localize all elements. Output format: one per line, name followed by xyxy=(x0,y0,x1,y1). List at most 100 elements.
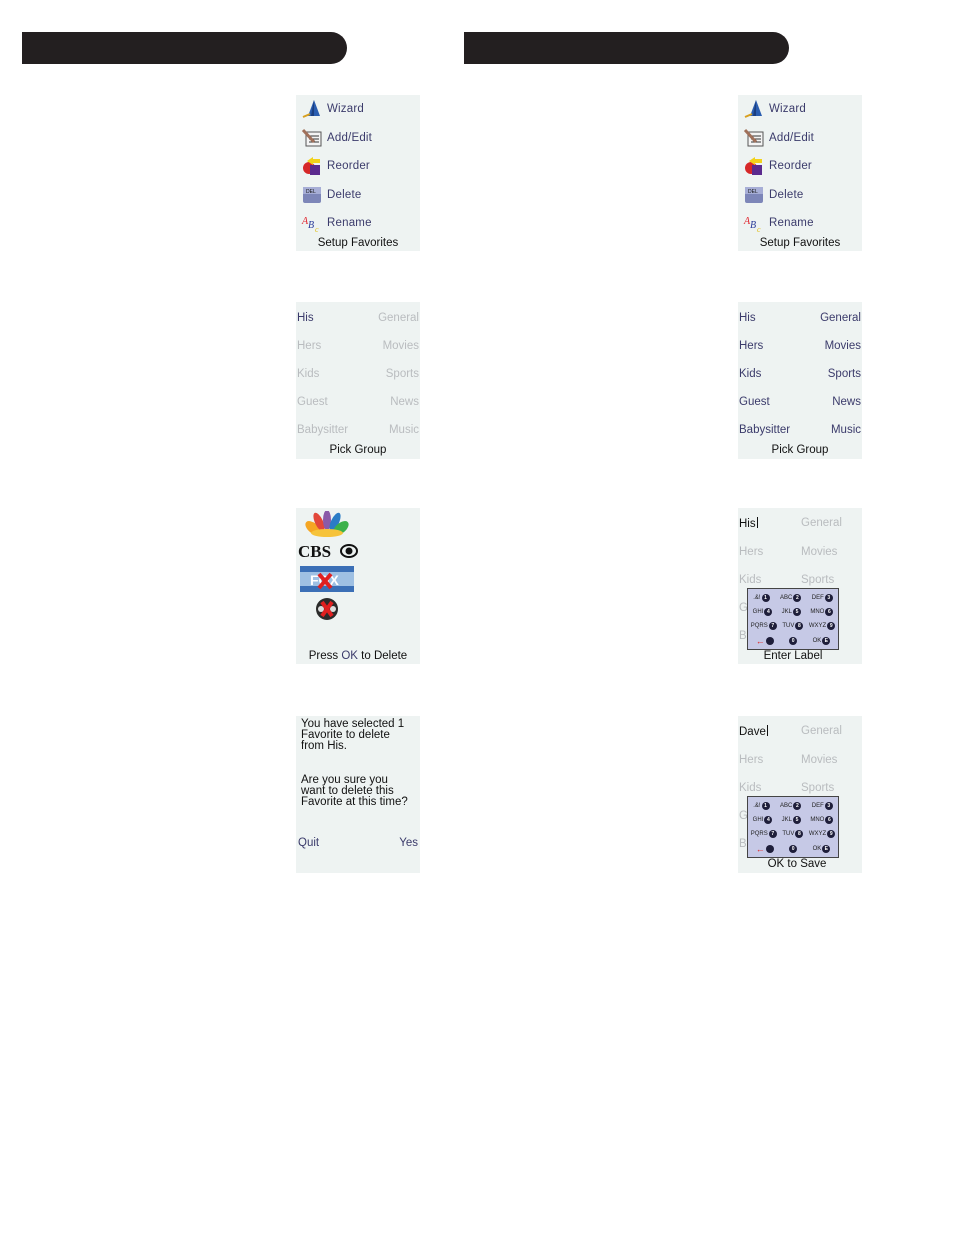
menu-item-label: Rename xyxy=(769,217,814,229)
key-8[interactable]: TUV 8 xyxy=(782,829,804,838)
key-letters: ABC xyxy=(780,802,793,809)
key-7[interactable]: PQRS 7 xyxy=(751,621,777,630)
group-kids: Kids xyxy=(739,782,762,794)
key-ok[interactable]: OK E xyxy=(812,636,831,645)
key-backspace[interactable]: ← xyxy=(756,636,774,646)
group-news[interactable]: News xyxy=(390,396,419,408)
group-sports[interactable]: Sports xyxy=(386,368,419,380)
group-kids: Kids xyxy=(739,574,762,586)
key-6[interactable]: MNO 6 xyxy=(810,607,834,616)
add-edit-icon xyxy=(743,128,765,148)
key-backspace[interactable]: ← xyxy=(756,844,774,854)
enter-label-screen: His General Hers Movies Kids Sports G B … xyxy=(738,508,862,664)
key-digit: 5 xyxy=(793,607,801,616)
label-input[interactable]: His xyxy=(739,517,758,530)
channel-logo-marked-for-delete[interactable] xyxy=(314,596,340,625)
yes-button[interactable]: Yes xyxy=(399,837,418,849)
backspace-arrow-icon: ← xyxy=(755,635,765,646)
key-2[interactable]: ABC 2 xyxy=(780,593,802,602)
label-input-value: His xyxy=(739,518,756,530)
menu-item-label: Add/Edit xyxy=(327,132,373,144)
group-general[interactable]: General xyxy=(378,312,419,324)
group-movies[interactable]: Movies xyxy=(383,340,419,352)
menu-item-rename[interactable]: ABc Rename xyxy=(301,212,372,234)
screen-caption: Press OK to Delete xyxy=(296,650,420,662)
group-his[interactable]: His xyxy=(739,312,756,324)
key-3[interactable]: DEF 3 xyxy=(811,593,833,602)
key-1[interactable]: .&! 1 xyxy=(753,593,770,602)
ok-keyword: OK xyxy=(341,650,358,662)
message-line: Favorite at this time? xyxy=(301,796,408,808)
text-cursor xyxy=(766,725,768,736)
group-general[interactable]: General xyxy=(820,312,861,324)
key-4[interactable]: GHI 4 xyxy=(752,815,773,824)
screen-caption: Enter Label xyxy=(763,650,823,662)
nbc-peacock-logo[interactable] xyxy=(304,510,350,540)
group-babysitter[interactable]: Babysitter xyxy=(297,424,348,436)
key-letters: ABC xyxy=(780,594,793,601)
group-guest[interactable]: Guest xyxy=(739,396,770,408)
confirm-message-question: Are you sure you want to delete this Fav… xyxy=(301,774,408,808)
key-letters: GHI xyxy=(752,816,764,823)
menu-item-label: Wizard xyxy=(769,103,806,115)
key-ok[interactable]: OK E xyxy=(813,844,831,853)
key-2[interactable]: ABC 2 xyxy=(780,801,802,810)
svg-text:c: c xyxy=(757,225,761,233)
group-movies[interactable]: Movies xyxy=(825,340,861,352)
key-letters: OK xyxy=(812,637,822,644)
key-0[interactable]: 0 xyxy=(789,844,798,853)
caption-text: Press xyxy=(308,650,342,662)
menu-item-rename[interactable]: ABc Rename xyxy=(743,212,814,234)
menu-item-reorder[interactable]: Reorder xyxy=(301,155,370,177)
group-kids[interactable]: Kids xyxy=(297,368,319,380)
fox-logo-marked-for-delete[interactable]: FOX xyxy=(300,566,354,595)
key-3[interactable]: DEF 3 xyxy=(812,801,833,810)
group-news[interactable]: News xyxy=(832,396,861,408)
menu-item-wizard[interactable]: Wizard xyxy=(743,98,806,120)
menu-item-reorder[interactable]: Reorder xyxy=(743,155,812,177)
group-sports[interactable]: Sports xyxy=(828,368,861,380)
label-input[interactable]: Dave xyxy=(739,725,768,738)
menu-item-delete[interactable]: DEL Delete xyxy=(743,184,803,206)
key-9[interactable]: WXYZ 9 xyxy=(808,829,836,838)
menu-item-add-edit[interactable]: Add/Edit xyxy=(301,127,372,149)
cbs-logo[interactable]: CBS xyxy=(298,541,358,564)
key-letters: WXYZ xyxy=(808,830,827,837)
message-line: from His. xyxy=(301,740,347,752)
group-guest[interactable]: Guest xyxy=(297,396,328,408)
key-letters: PQRS xyxy=(750,830,768,837)
quit-button[interactable]: Quit xyxy=(298,837,319,849)
key-letters: DEF xyxy=(811,594,824,601)
confirm-message-selected: You have selected 1 Favorite to delete f… xyxy=(301,718,404,752)
key-letters: TUV xyxy=(782,622,795,629)
key-letters: JKL xyxy=(781,816,792,823)
key-letters: .&! xyxy=(753,594,761,601)
group-his[interactable]: His xyxy=(297,312,314,324)
text-entry-keypad[interactable]: .&! 1 ABC 2 DEF 3 GHI 4 JKL 5 MNO 6 PQRS 7 TUV 8… xyxy=(747,588,839,650)
key-5[interactable]: JKL 5 xyxy=(781,815,801,824)
menu-item-wizard[interactable]: Wizard xyxy=(301,98,364,120)
key-7[interactable]: PQRS 7 xyxy=(750,829,777,838)
key-0[interactable]: 0 xyxy=(789,636,798,645)
key-digit: 9 xyxy=(827,829,836,838)
group-hers[interactable]: Hers xyxy=(297,340,321,352)
key-8[interactable]: TUV 8 xyxy=(782,621,804,630)
screen-caption: OK to Save xyxy=(767,858,827,870)
key-1[interactable]: .&! 1 xyxy=(753,801,770,810)
menu-item-add-edit[interactable]: Add/Edit xyxy=(743,127,814,149)
group-music[interactable]: Music xyxy=(389,424,419,436)
setup-favorites-screen-right: Wizard Add/Edit Reorder DEL Delete ABc R… xyxy=(738,95,862,251)
delete-key-icon: DEL xyxy=(301,185,323,205)
key-9[interactable]: WXYZ 9 xyxy=(809,621,836,630)
key-6[interactable]: MNO 6 xyxy=(810,815,834,824)
group-babysitter[interactable]: Babysitter xyxy=(739,424,790,436)
menu-item-delete[interactable]: DEL Delete xyxy=(301,184,361,206)
group-hers: Hers xyxy=(739,754,764,766)
group-music[interactable]: Music xyxy=(831,424,861,436)
group-hers[interactable]: Hers xyxy=(739,340,763,352)
group-kids[interactable]: Kids xyxy=(739,368,761,380)
key-5[interactable]: JKL 5 xyxy=(782,607,801,616)
text-entry-keypad[interactable]: .&! 1 ABC 2 DEF 3 GHI 4 JKL 5 MNO 6 PQRS 7 TUV 8… xyxy=(747,796,839,858)
pick-group-screen-left: His General Hers Movies Kids Sports Gues… xyxy=(296,302,420,459)
key-4[interactable]: GHI 4 xyxy=(753,607,773,616)
